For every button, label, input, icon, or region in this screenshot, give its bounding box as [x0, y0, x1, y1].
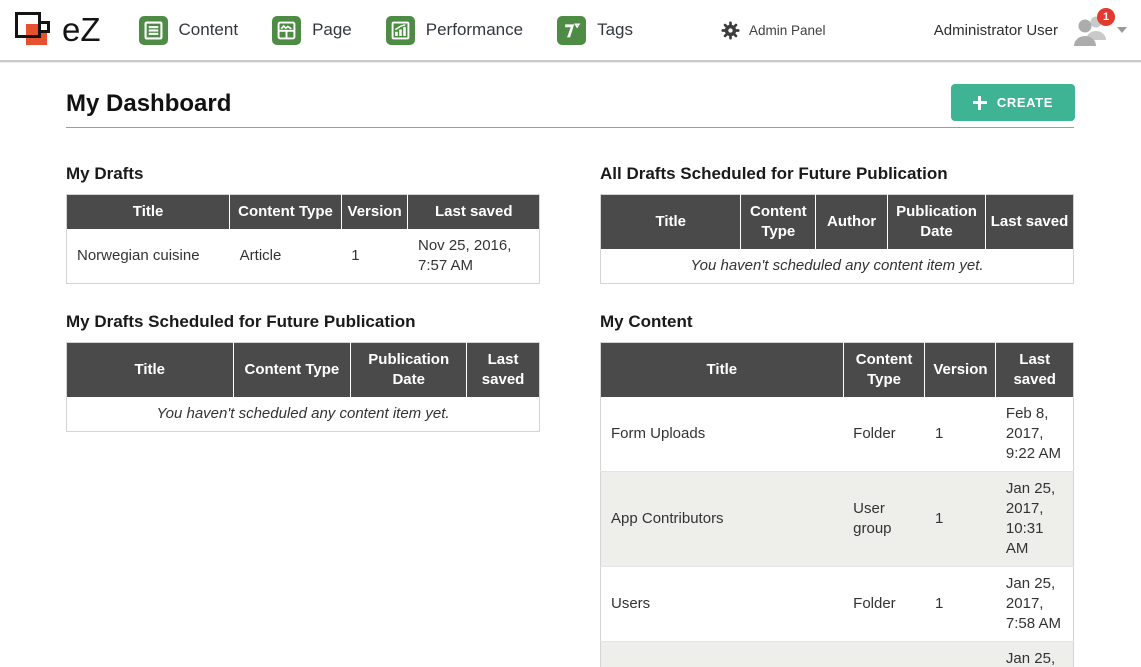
user-name: Administrator User	[934, 22, 1058, 39]
my-drafts-scheduled-section: My Drafts Scheduled for Future Publicati…	[66, 312, 540, 432]
page-header: My Dashboard CREATE	[66, 90, 1074, 128]
column-header: Content Type	[843, 343, 925, 398]
table-cell: Jan 25, 2017, 10:31 AM	[996, 472, 1074, 567]
table-cell: Users	[601, 567, 844, 642]
nav-item-page[interactable]: Page	[272, 16, 352, 45]
notification-badge[interactable]: 1	[1097, 8, 1115, 26]
my-content-section: My Content TitleContent TypeVersionLast …	[600, 312, 1074, 667]
table-cell: Folder	[843, 397, 925, 472]
column-header: Last saved	[996, 343, 1074, 398]
admin-panel-label: Admin Panel	[749, 23, 826, 38]
main-nav: Content Page	[139, 16, 634, 45]
section-title-all-drafts-scheduled: All Drafts Scheduled for Future Publicat…	[600, 164, 1074, 184]
tags-icon	[557, 16, 586, 45]
column-header: Title	[67, 343, 234, 398]
table-cell: Jan 25, 2017, 7:58 AM	[996, 567, 1074, 642]
nav-label-tags: Tags	[597, 20, 633, 40]
table-cell: Nov 25, 2016, 7:57 AM	[408, 229, 540, 284]
column-header: Last saved	[408, 195, 540, 230]
table-cell: 1	[925, 472, 996, 567]
plus-icon	[973, 96, 987, 110]
my-content-table: TitleContent TypeVersionLast savedForm U…	[600, 342, 1074, 667]
gear-icon	[721, 21, 740, 40]
section-title-my-content: My Content	[600, 312, 1074, 332]
user-avatar[interactable]: 1	[1072, 14, 1108, 46]
column-header: Version	[925, 343, 996, 398]
my-drafts-table: TitleContent TypeVersionLast savedNorweg…	[66, 194, 540, 284]
nav-label-content: Content	[179, 20, 239, 40]
nav-item-performance[interactable]: Performance	[386, 16, 523, 45]
column-header: Content Type	[230, 195, 342, 230]
column-header: Content Type	[233, 343, 351, 398]
empty-message: You haven't scheduled any content item y…	[601, 249, 1074, 284]
section-title-my-drafts-scheduled: My Drafts Scheduled for Future Publicati…	[66, 312, 540, 332]
table-row[interactable]: UsersFolder1Jan 25, 2017, 7:58 AM	[601, 567, 1074, 642]
header-row: TitleContent TypePublication DateLast sa…	[67, 343, 540, 398]
column-header: Title	[601, 195, 741, 250]
table-cell: Form Uploads	[601, 397, 844, 472]
all-drafts-scheduled-table: TitleContent TypeAuthorPublication DateL…	[600, 194, 1074, 284]
dashboard-columns: My Drafts TitleContent TypeVersionLast s…	[66, 164, 1074, 667]
table-row[interactable]: Form UploadsFolder1Feb 8, 2017, 9:22 AM	[601, 397, 1074, 472]
right-column: All Drafts Scheduled for Future Publicat…	[600, 164, 1074, 667]
column-header: Title	[601, 343, 844, 398]
header-row: TitleContent TypeVersionLast saved	[67, 195, 540, 230]
column-header: Title	[67, 195, 230, 230]
create-button-label: CREATE	[997, 95, 1053, 110]
column-header: Publication Date	[351, 343, 467, 398]
nav-item-content[interactable]: Content	[139, 16, 239, 45]
table-cell: Norwegian cuisine	[67, 229, 230, 284]
table-cell: 1	[925, 642, 996, 667]
table-cell: User group	[843, 472, 925, 567]
column-header: Version	[341, 195, 408, 230]
column-header: Publication Date	[888, 195, 986, 250]
create-button[interactable]: CREATE	[951, 84, 1075, 121]
empty-message: You haven't scheduled any content item y…	[67, 397, 540, 432]
ez-logo[interactable]: eZ	[12, 7, 101, 53]
column-header: Last saved	[985, 195, 1073, 250]
table-cell: Folder	[843, 567, 925, 642]
column-header: Author	[816, 195, 888, 250]
performance-icon	[386, 16, 415, 45]
admin-panel-button[interactable]: Admin Panel	[721, 21, 826, 40]
empty-row: You haven't scheduled any content item y…	[67, 397, 540, 432]
nav-label-performance: Performance	[426, 20, 523, 40]
content-icon	[139, 16, 168, 45]
table-cell: Folder	[843, 642, 925, 667]
table-cell: Feb 8, 2017, 9:22 AM	[996, 397, 1074, 472]
all-drafts-scheduled-section: All Drafts Scheduled for Future Publicat…	[600, 164, 1074, 284]
table-row[interactable]: AppFolder1Jan 25, 2017, 7:55 AM	[601, 642, 1074, 667]
table-cell: Jan 25, 2017, 7:55 AM	[996, 642, 1074, 667]
nav-label-page: Page	[312, 20, 352, 40]
my-drafts-section: My Drafts TitleContent TypeVersionLast s…	[66, 164, 540, 284]
page-title: My Dashboard	[66, 90, 1074, 118]
ez-logo-icon	[12, 7, 60, 53]
section-title-my-drafts: My Drafts	[66, 164, 540, 184]
table-row[interactable]: App ContributorsUser group1Jan 25, 2017,…	[601, 472, 1074, 567]
nav-item-tags[interactable]: Tags	[557, 16, 633, 45]
header-row: TitleContent TypeVersionLast saved	[601, 343, 1074, 398]
empty-row: You haven't scheduled any content item y…	[601, 249, 1074, 284]
table-cell: App Contributors	[601, 472, 844, 567]
column-header: Content Type	[741, 195, 816, 250]
my-drafts-scheduled-table: TitleContent TypePublication DateLast sa…	[66, 342, 540, 432]
chevron-down-icon[interactable]	[1117, 27, 1127, 33]
table-cell: 1	[925, 397, 996, 472]
header-row: TitleContent TypeAuthorPublication DateL…	[601, 195, 1074, 250]
ez-logo-text: eZ	[62, 11, 101, 49]
user-area: Administrator User 1	[934, 14, 1127, 46]
left-column: My Drafts TitleContent TypeVersionLast s…	[66, 164, 540, 667]
page-icon	[272, 16, 301, 45]
top-navigation-bar: eZ Content Pag	[0, 0, 1141, 62]
table-row[interactable]: Norwegian cuisineArticle1Nov 25, 2016, 7…	[67, 229, 540, 284]
table-cell: Article	[230, 229, 342, 284]
table-cell: 1	[925, 567, 996, 642]
table-cell: 1	[341, 229, 408, 284]
column-header: Last saved	[467, 343, 540, 398]
table-cell: App	[601, 642, 844, 667]
dashboard-page: My Dashboard CREATE My Drafts TitleConte…	[0, 90, 1141, 667]
